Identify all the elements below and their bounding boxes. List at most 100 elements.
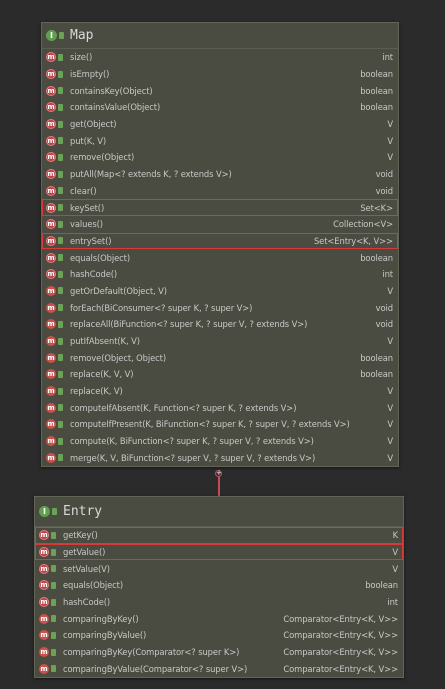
map-method-row[interactable]: m forEach(BiConsumer<? super K, ? super V…: [42, 299, 398, 316]
method-signature: size(): [70, 52, 93, 63]
map-method-row[interactable]: m put(K, V) V: [42, 132, 398, 149]
map-method-row[interactable]: m isEmpty() boolean: [42, 66, 398, 83]
method-signature: putIfAbsent(K, V): [70, 336, 140, 347]
method-icon-group: m: [46, 269, 70, 280]
return-type: V: [387, 119, 393, 130]
map-method-row[interactable]: m get(Object) V: [42, 116, 398, 133]
public-lock-icon: [58, 370, 63, 378]
method-signature: remove(Object, Object): [70, 352, 167, 363]
method-signature: replace(K, V): [70, 386, 123, 397]
map-method-row[interactable]: m values() Collection<V>: [42, 216, 398, 233]
entry-method-row[interactable]: m hashCode() int: [35, 594, 403, 611]
return-type: boolean: [360, 252, 393, 263]
method-icon: m: [39, 663, 49, 674]
method-signature: get(Object): [70, 119, 117, 130]
return-type: V: [387, 386, 393, 397]
method-icon-group: m: [46, 85, 70, 96]
map-method-row[interactable]: m hashCode() int: [42, 266, 398, 283]
entry-method-row[interactable]: m comparingByValue() Comparator<Entry<K, V…: [35, 627, 403, 644]
entry-method-row[interactable]: m getValue() V: [35, 543, 403, 561]
return-type: boolean: [365, 580, 398, 591]
public-lock-icon: [58, 420, 63, 428]
method-icon-group: m: [39, 630, 63, 641]
return-type: int: [382, 52, 393, 63]
method-icon: m: [46, 285, 56, 296]
method-signature: containsValue(Object): [70, 102, 161, 113]
method-signature: equals(Object): [63, 580, 124, 591]
method-icon: m: [46, 185, 56, 196]
return-type: boolean: [360, 352, 393, 363]
method-icon: m: [39, 580, 49, 591]
map-method-row[interactable]: m replace(K, V) V: [42, 383, 398, 400]
map-method-row[interactable]: m getOrDefault(Object, V) V: [42, 283, 398, 300]
method-icon: m: [46, 52, 56, 63]
method-signature: hashCode(): [70, 269, 118, 280]
map-method-row[interactable]: m merge(K, V, BiFunction<? super V, ? sup…: [42, 450, 398, 467]
method-icon-group: m: [46, 452, 70, 463]
method-signature: put(K, V): [70, 135, 107, 146]
method-icon-group: m: [39, 547, 63, 558]
map-method-row[interactable]: m computeIfAbsent(K, Function<? super K, …: [42, 399, 398, 416]
map-method-row[interactable]: m replaceAll(BiFunction<? super K, ? supe…: [42, 316, 398, 333]
map-method-row[interactable]: m remove(Object, Object) boolean: [42, 349, 398, 366]
method-icon: m: [46, 85, 56, 96]
return-type: V: [387, 452, 393, 463]
map-interface-node[interactable]: I Map m size() int m isEmpty() boolean m contai…: [41, 22, 399, 468]
map-method-row[interactable]: m putIfAbsent(K, V) V: [42, 333, 398, 350]
map-method-row[interactable]: m entrySet() Set<Entry<K, V>>: [42, 232, 398, 250]
method-icon: m: [46, 202, 56, 213]
entry-method-row[interactable]: m equals(Object) boolean: [35, 577, 403, 594]
map-method-row[interactable]: m remove(Object) V: [42, 149, 398, 166]
method-icon: m: [39, 630, 49, 641]
map-method-row[interactable]: m compute(K, BiFunction<? super K, ? supe…: [42, 433, 398, 450]
entry-interface-node[interactable]: I Entry m getKey() Km getValue() Vm setValue(…: [34, 496, 404, 679]
public-lock-icon: [58, 120, 63, 128]
map-method-row[interactable]: m computeIfPresent(K, BiFunction<? super …: [42, 416, 398, 433]
map-method-row[interactable]: m keySet() Set<K>: [42, 199, 398, 216]
method-icon: m: [46, 452, 56, 463]
map-method-row[interactable]: m putAll(Map<? extends K, ? extends V>) vo…: [42, 166, 398, 183]
entry-method-row[interactable]: m setValue(V) V: [35, 560, 403, 577]
public-lock-icon: [58, 304, 63, 312]
method-icon: m: [46, 419, 56, 430]
map-method-row[interactable]: m containsValue(Object) boolean: [42, 99, 398, 116]
method-icon-group: m: [46, 302, 70, 313]
method-icon: m: [39, 530, 49, 541]
method-signature: forEach(BiConsumer<? super K, ? super V>…: [70, 302, 253, 313]
public-lock-icon: [51, 565, 56, 573]
method-signature: entrySet(): [70, 235, 112, 246]
method-icon-group: m: [46, 436, 70, 447]
method-icon: m: [46, 169, 56, 180]
entry-method-row[interactable]: m comparingByKey(Comparator<? super K>) Co…: [35, 644, 403, 661]
method-signature: getKey(): [63, 530, 98, 541]
method-icon-group: m: [46, 336, 70, 347]
method-icon-group: m: [46, 419, 70, 430]
entry-method-row[interactable]: m getKey() K: [35, 527, 403, 544]
method-icon: m: [46, 402, 56, 413]
map-method-row[interactable]: m containsKey(Object) boolean: [42, 82, 398, 99]
return-type: boolean: [360, 69, 393, 80]
map-method-row[interactable]: m clear() void: [42, 183, 398, 200]
public-lock-icon: [58, 237, 63, 245]
public-lock-icon: [51, 548, 56, 556]
method-signature: remove(Object): [70, 152, 135, 163]
return-type: Comparator<Entry<K, V>>: [283, 647, 398, 658]
public-lock-icon: [59, 32, 64, 39]
map-method-row[interactable]: m equals(Object) boolean: [42, 249, 398, 266]
method-signature: containsKey(Object): [70, 85, 153, 96]
public-lock-icon: [58, 354, 63, 362]
map-method-row[interactable]: m size() int: [42, 49, 398, 66]
method-icon-group: m: [46, 219, 70, 230]
method-icon: m: [46, 69, 56, 80]
entry-method-row[interactable]: m comparingByKey() Comparator<Entry<K, V>>: [35, 610, 403, 627]
public-lock-icon: [58, 287, 63, 295]
map-method-row[interactable]: m replace(K, V, V) boolean: [42, 366, 398, 383]
method-signature: clear(): [70, 185, 97, 196]
method-signature: computeIfPresent(K, BiFunction<? super K…: [70, 419, 350, 430]
method-icon-group: m: [46, 352, 70, 363]
public-lock-icon: [58, 254, 63, 262]
return-type: Comparator<Entry<K, V>>: [283, 630, 398, 641]
return-type: Comparator<Entry<K, V>>: [283, 663, 398, 674]
entry-method-row[interactable]: m comparingByValue(Comparator<? super V>)…: [35, 661, 403, 678]
method-icon-group: m: [46, 202, 70, 213]
